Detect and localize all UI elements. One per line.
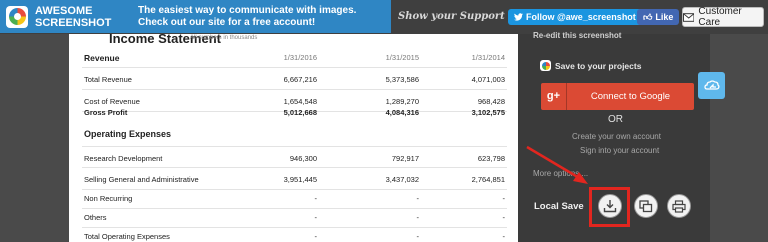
row-value: 3,102,575 bbox=[471, 108, 505, 117]
support-text: Show your Support bbox=[398, 11, 505, 22]
cloud-share-icon bbox=[703, 79, 720, 90]
date-column-1: 1/31/2016 bbox=[283, 53, 317, 62]
row-label: Gross Profit bbox=[84, 108, 128, 117]
row-value: 2,764,851 bbox=[471, 175, 505, 184]
row-value: 3,951,445 bbox=[283, 175, 317, 184]
row-label: Others bbox=[84, 213, 107, 222]
customer-care-label: Customer Care bbox=[698, 6, 742, 28]
row-value: - bbox=[416, 194, 420, 203]
facebook-like-button[interactable]: 👍︎ Like bbox=[637, 9, 680, 25]
twitter-follow-button[interactable]: Follow @awe_screenshot bbox=[508, 9, 642, 25]
row-value: 5,373,586 bbox=[385, 75, 419, 84]
connect-google-button[interactable]: g+ Connect to Google bbox=[541, 83, 694, 110]
row-label: Total Revenue bbox=[84, 75, 132, 84]
row-label: Operating Expenses bbox=[84, 129, 172, 139]
row-value: 792,917 bbox=[391, 154, 419, 163]
row-value: - bbox=[416, 232, 420, 241]
tagline-line-1: The easiest way to communicate with imag… bbox=[138, 4, 357, 16]
table-section-row: Operating Expenses bbox=[82, 124, 507, 146]
copy-button[interactable] bbox=[634, 194, 658, 218]
tagline: The easiest way to communicate with imag… bbox=[138, 5, 356, 29]
pointer-arrow-icon bbox=[526, 145, 588, 184]
tagline-line-2: Check out our site for a free account! bbox=[138, 16, 316, 28]
row-value: - bbox=[502, 213, 506, 222]
local-save-label: Local Save bbox=[534, 201, 584, 212]
awesome-screenshot-logo-icon bbox=[6, 5, 28, 28]
envelope-icon bbox=[683, 12, 695, 22]
table-row: Total Operating Expenses - - - bbox=[82, 225, 507, 242]
google-plus-icon: g+ bbox=[541, 83, 567, 110]
reedit-link[interactable]: Re-edit this screenshot bbox=[533, 31, 621, 40]
awesome-screenshot-mini-logo-icon bbox=[540, 60, 551, 71]
print-button[interactable] bbox=[667, 194, 691, 218]
brand-line-1: AWESOME bbox=[35, 4, 93, 17]
print-icon bbox=[672, 199, 686, 213]
table-row: Research Development 946,300 792,917 623… bbox=[82, 146, 507, 168]
date-column-2: 1/31/2015 bbox=[385, 53, 419, 62]
twitter-bird-icon bbox=[514, 13, 523, 21]
date-column-3: 1/31/2014 bbox=[471, 53, 505, 62]
row-value: 5,012,668 bbox=[283, 108, 317, 117]
brand-name: AWESOME SCREENSHOT bbox=[35, 5, 130, 29]
facebook-thumb-icon: 👍︎ bbox=[643, 11, 653, 22]
row-value: 4,084,316 bbox=[385, 108, 419, 117]
create-account-link[interactable]: Create your own account bbox=[572, 132, 661, 141]
download-highlight-box bbox=[589, 187, 630, 227]
row-label: Research Development bbox=[84, 154, 163, 163]
row-label: Non Recurring bbox=[84, 194, 133, 203]
row-value: 6,667,216 bbox=[283, 75, 317, 84]
cloud-share-button[interactable] bbox=[698, 72, 725, 99]
row-value: - bbox=[314, 213, 318, 222]
row-value: - bbox=[416, 213, 420, 222]
or-separator: OR bbox=[608, 114, 623, 125]
table-row: Total Revenue 6,667,216 5,373,586 4,071,… bbox=[82, 68, 507, 90]
customer-care-button[interactable]: Customer Care bbox=[682, 6, 764, 28]
facebook-like-label: Like bbox=[655, 12, 674, 22]
income-statement-document: Income Statement All numbers in thousand… bbox=[69, 34, 518, 242]
top-bar: AWESOME SCREENSHOT The easiest way to co… bbox=[0, 0, 768, 34]
row-value: - bbox=[502, 232, 506, 241]
row-value: 4,071,003 bbox=[471, 75, 505, 84]
support-link[interactable]: Show your Support ❤ bbox=[398, 11, 517, 22]
row-value: - bbox=[314, 232, 318, 241]
document-note: All numbers in thousands bbox=[190, 35, 258, 41]
save-to-projects-heading: Save to your projects bbox=[540, 60, 641, 71]
copy-icon bbox=[639, 199, 653, 212]
revenue-section-label: Revenue bbox=[84, 53, 120, 63]
row-value: 623,798 bbox=[477, 154, 505, 163]
row-value: 946,300 bbox=[289, 154, 317, 163]
row-value: - bbox=[314, 194, 318, 203]
twitter-follow-label: Follow @awe_screenshot bbox=[526, 12, 636, 22]
row-label: Total Operating Expenses bbox=[84, 232, 170, 241]
row-value: - bbox=[502, 194, 506, 203]
save-to-projects-label: Save to your projects bbox=[555, 60, 642, 71]
row-value: 3,437,032 bbox=[385, 175, 419, 184]
connect-google-label: Connect to Google bbox=[590, 91, 671, 102]
row-label: Selling General and Administrative bbox=[84, 175, 199, 184]
brand-line-2: SCREENSHOT bbox=[35, 16, 112, 29]
brand-banner[interactable]: AWESOME SCREENSHOT The easiest way to co… bbox=[0, 0, 391, 33]
table-header-row: Revenue 1/31/2016 1/31/2015 1/31/2014 bbox=[82, 46, 507, 68]
table-row: Gross Profit 5,012,668 4,084,316 3,102,5… bbox=[82, 101, 507, 123]
